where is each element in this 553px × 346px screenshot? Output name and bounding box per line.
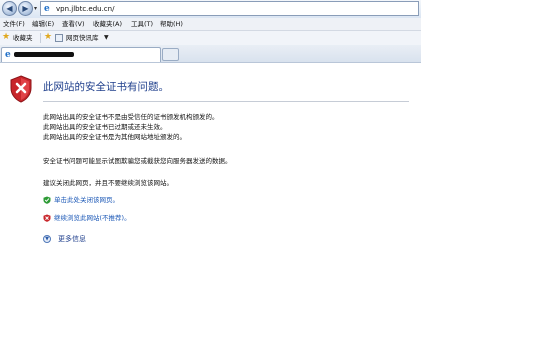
menu-tools[interactable]: 工具(T) <box>131 19 153 29</box>
recommendation-text: 建议关闭此网页，并且不要继续浏览该网站。 <box>43 179 173 187</box>
menu-edit[interactable]: 编辑(E) <box>32 19 54 29</box>
favorites-star-icon: ★ <box>2 32 11 42</box>
title-divider <box>43 101 409 102</box>
forward-arrow-icon: ▶ <box>22 4 29 13</box>
ie-tab-icon: e <box>5 50 11 60</box>
web-slice-icon <box>55 34 63 42</box>
close-page-link[interactable]: 单击此处关闭该网页。 <box>54 196 119 205</box>
menu-help[interactable]: 帮助(H) <box>160 19 183 29</box>
browser-window: ◀ ▶ ▾ e vpn.jlbtc.edu.cn/ 文件(F) 编辑(E) 查看… <box>0 0 421 300</box>
reason-mismatch: 此网站出具的安全证书是为其他网站地址颁发的。 <box>43 133 186 141</box>
certificate-error-page: 此网站的安全证书有问题。 此网站出具的安全证书不是由受信任的证书颁发机构颁发的。… <box>0 63 421 300</box>
favorites-button[interactable]: 收藏夹 <box>13 33 33 43</box>
tab-title-redacted <box>14 52 74 57</box>
favorites-bar: ★ 收藏夹 ★ 网页快讯库 ▼ <box>0 31 421 46</box>
back-button[interactable]: ◀ <box>2 1 17 16</box>
menu-file[interactable]: 文件(F) <box>3 19 25 29</box>
reason-untrusted: 此网站出具的安全证书不是由受信任的证书颁发机构颁发的。 <box>43 113 219 121</box>
forward-button[interactable]: ▶ <box>18 1 33 16</box>
add-favorite-icon[interactable]: ★ <box>44 32 52 43</box>
continue-to-website-link[interactable]: 继续浏览此网站(不推荐)。 <box>54 214 131 223</box>
menu-favorites[interactable]: 收藏夹(A) <box>93 19 122 29</box>
chevron-down-icon[interactable]: ▼ <box>104 34 109 41</box>
shield-error-icon <box>10 75 32 103</box>
web-slice-gallery-link[interactable]: 网页快讯库 <box>66 33 99 43</box>
explanation-text: 安全证书问题可能显示试图欺骗您或截获您向服务器发送的数据。 <box>43 157 232 165</box>
more-information-link[interactable]: 更多信息 <box>58 234 86 244</box>
address-bar[interactable]: e vpn.jlbtc.edu.cn/ <box>40 1 419 16</box>
page-title: 此网站的安全证书有问题。 <box>43 81 169 93</box>
address-row: ◀ ▶ ▾ e vpn.jlbtc.edu.cn/ <box>0 0 421 18</box>
new-tab-button[interactable] <box>162 48 179 61</box>
menu-bar: 文件(F) 编辑(E) 查看(V) 收藏夹(A) 工具(T) 帮助(H) <box>0 18 421 31</box>
expand-more-info-icon[interactable]: ▼ <box>43 235 51 243</box>
history-dropdown-icon[interactable]: ▾ <box>34 5 37 12</box>
ie-page-icon: e <box>44 4 50 14</box>
tab-row: e <box>0 45 421 63</box>
green-shield-check-icon <box>43 196 51 204</box>
menu-view[interactable]: 查看(V) <box>62 19 85 29</box>
active-tab[interactable]: e <box>1 47 161 62</box>
back-arrow-icon: ◀ <box>6 4 13 13</box>
red-shield-x-icon <box>43 214 51 222</box>
url-text[interactable]: vpn.jlbtc.edu.cn/ <box>56 4 114 14</box>
divider <box>40 33 41 43</box>
reason-expired: 此网站出具的安全证书已过期或还未生效。 <box>43 123 167 131</box>
